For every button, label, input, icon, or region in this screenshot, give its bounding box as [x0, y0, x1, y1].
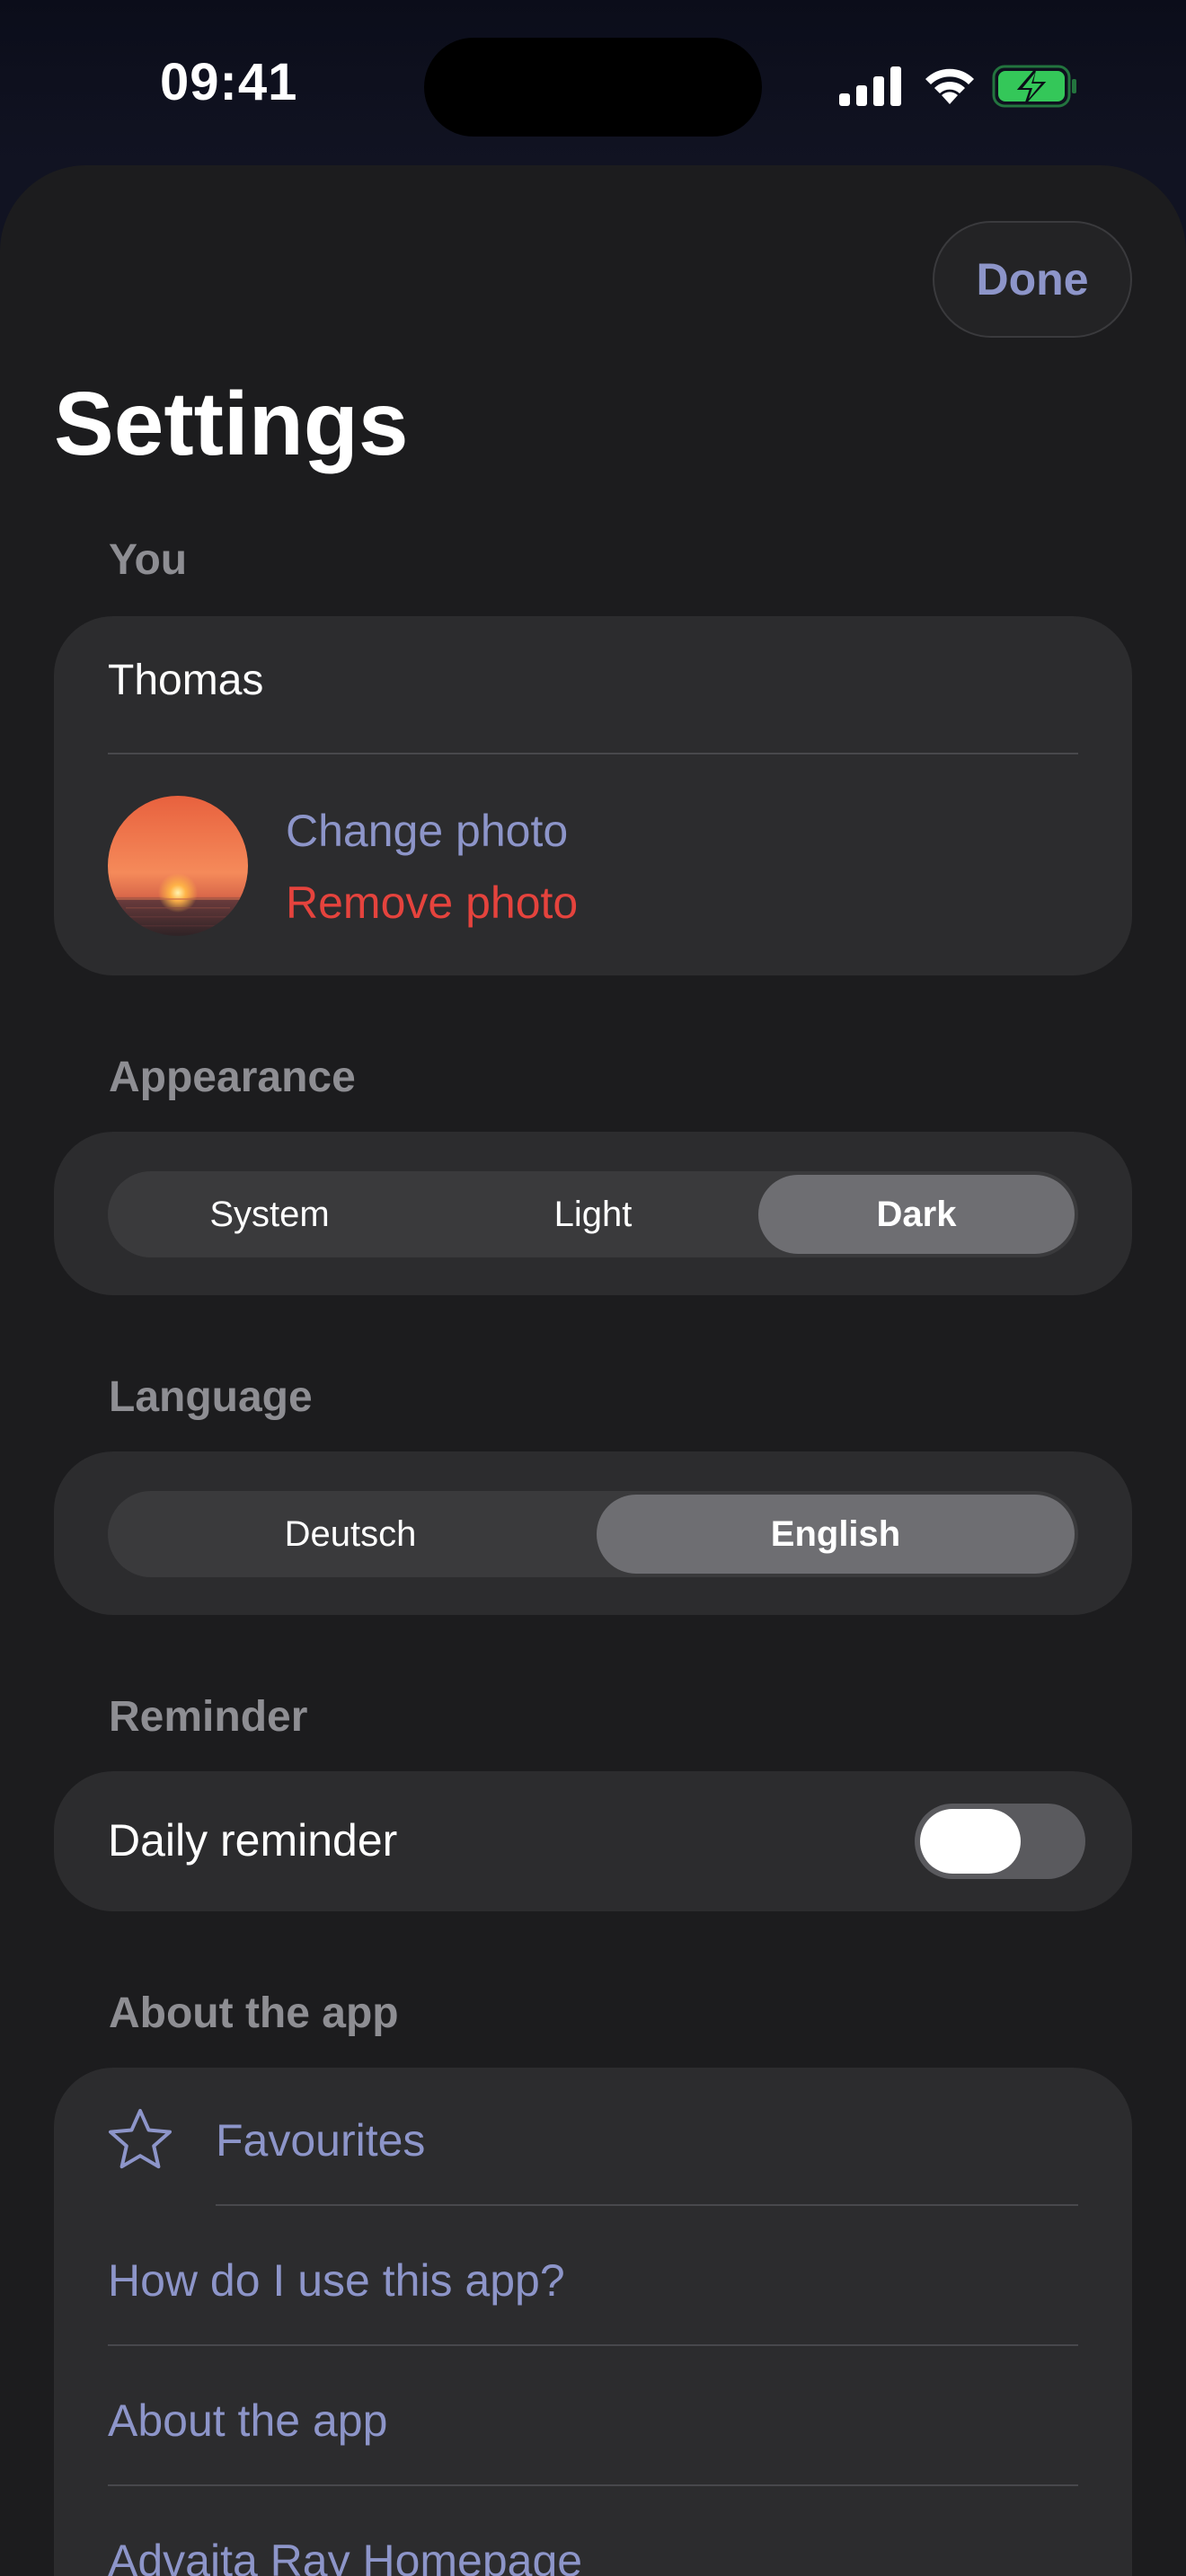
language-option-deutsch[interactable]: Deutsch [111, 1495, 589, 1574]
about-item-favourites[interactable]: Favourites [216, 2118, 425, 2163]
wifi-icon [925, 68, 974, 104]
section-header-about: About the app [109, 1989, 399, 2037]
appearance-option-dark[interactable]: Dark [758, 1175, 1075, 1254]
page-title: Settings [54, 374, 409, 474]
appearance-card: System Light Dark [54, 1132, 1132, 1295]
star-icon [109, 2109, 172, 2169]
daily-reminder-toggle[interactable] [915, 1804, 1085, 1879]
settings-sheet: Done Settings You Thomas Change photo Re… [0, 165, 1186, 2576]
section-header-reminder: Reminder [109, 1693, 308, 1741]
dynamic-island [424, 38, 762, 137]
section-header-appearance: Appearance [109, 1054, 356, 1101]
avatar[interactable] [108, 796, 248, 936]
done-button[interactable]: Done [933, 221, 1132, 338]
appearance-option-light[interactable]: Light [435, 1175, 751, 1254]
section-header-language: Language [109, 1373, 313, 1421]
avatar-image [108, 796, 248, 936]
daily-reminder-label: Daily reminder [108, 1815, 398, 1866]
divider [108, 2344, 1078, 2346]
about-item-how-to-use[interactable]: How do I use this app? [108, 2258, 565, 2303]
appearance-segmented-control: System Light Dark [108, 1171, 1078, 1257]
status-time: 09:41 [160, 53, 298, 111]
divider [108, 2484, 1078, 2486]
settings-screen: 09:41 Done Settings You Thomas Change ph… [0, 0, 1186, 2576]
appearance-option-system[interactable]: System [111, 1175, 428, 1254]
remove-photo-button[interactable]: Remove photo [286, 880, 578, 925]
language-card: Deutsch English [54, 1451, 1132, 1615]
you-card: Thomas Change photo Remove photo [54, 616, 1132, 975]
divider [216, 2204, 1078, 2206]
divider [108, 753, 1078, 754]
cellular-signal-icon [839, 66, 901, 106]
status-icons [839, 63, 1082, 110]
toggle-knob [920, 1809, 1021, 1874]
name-field[interactable]: Thomas [108, 659, 263, 702]
battery-charging-icon [992, 65, 1076, 108]
language-option-english[interactable]: English [597, 1495, 1075, 1574]
status-bar: 09:41 [0, 0, 1186, 167]
section-header-you: You [109, 536, 188, 584]
language-segmented-control: Deutsch English [108, 1491, 1078, 1577]
about-card: Favourites How do I use this app? About … [54, 2068, 1132, 2576]
reminder-card: Daily reminder [54, 1771, 1132, 1911]
change-photo-button[interactable]: Change photo [286, 808, 568, 853]
about-item-homepage[interactable]: Advaita Ray Homepage [108, 2538, 582, 2576]
about-item-about-the-app[interactable]: About the app [108, 2398, 387, 2443]
